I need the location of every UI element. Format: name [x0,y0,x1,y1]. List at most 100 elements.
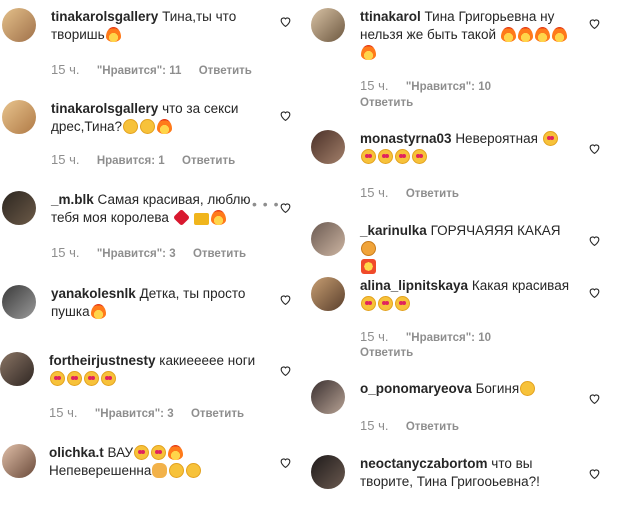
heart-eyes-icon [50,371,65,386]
heart-eyes-icon [67,371,82,386]
like-heart-icon[interactable] [279,201,292,214]
comment-body: ВАУ [107,445,134,460]
username[interactable]: neoctanyczabortom [360,456,488,471]
likes-count[interactable]: "Нравится": 10 [406,81,491,93]
heart-eyes-icon [378,296,393,311]
username[interactable]: tinakarolsgallery [51,9,158,24]
avatar[interactable] [0,352,34,386]
comment-meta: 15 ч. "Нравится": 3 Ответить [49,405,258,420]
comment-text: olichka.t ВАУ Непеверешенна [49,444,267,480]
like-heart-icon[interactable] [588,234,601,247]
comment-text: yanakolesnlk Детка, ты просто пушка [51,285,269,321]
timestamp: 15 ч. [360,418,389,433]
comment-text: alina_lipnitskaya Какая красивая [360,277,578,313]
heart-eyes-icon [412,149,427,164]
fire-icon [500,27,516,42]
like-heart-icon[interactable] [279,293,292,306]
like-heart-icon[interactable] [588,142,601,155]
reply-button[interactable]: Ответить [360,347,413,359]
fire-icon [517,27,533,42]
likes-count[interactable]: Нравится: 1 [97,155,165,167]
like-heart-icon[interactable] [588,17,601,30]
avatar[interactable] [311,222,345,256]
winking-icon [186,463,202,478]
username[interactable]: ttinakarol [360,9,421,24]
username[interactable]: olichka.t [49,445,104,460]
username[interactable]: tinakarolsgallery [51,101,158,116]
username[interactable]: alina_lipnitskaya [360,278,468,293]
avatar[interactable] [311,277,345,311]
comment-meta: 15 ч. "Нравится": 11 Ответить [51,62,266,77]
like-heart-icon[interactable] [588,286,601,299]
timestamp: 15 ч. [51,62,80,77]
reply-button[interactable]: Ответить [182,155,235,167]
comment-text: o_ponomaryeova Богиня [360,380,578,398]
username[interactable]: monastyrna03 [360,131,452,146]
avatar[interactable] [311,8,345,42]
comment-meta-reply: Ответить [360,345,427,359]
avatar[interactable] [2,444,36,478]
avatar[interactable] [2,8,36,42]
like-heart-icon[interactable] [279,364,292,377]
smiling-icon [169,463,185,478]
likes-count[interactable]: "Нравится": 10 [406,332,491,344]
comment-body: ГОРЯЧАЯЯЯ КАКАЯ [430,223,561,238]
reply-button[interactable]: Ответить [360,97,413,109]
heart-eyes-icon [151,445,167,460]
comment-text: ttinakarol Тина Григорьевна ну нельзя же… [360,8,578,62]
heart-eyes-icon [378,149,393,164]
like-heart-icon[interactable] [279,15,292,28]
likes-count[interactable]: "Нравится": 11 [97,65,182,77]
like-heart-icon[interactable] [279,109,292,122]
reply-button[interactable]: Ответить [191,408,244,420]
timestamp: 15 ч. [360,185,389,200]
fire-icon [361,45,376,60]
comment-text: neoctanyczabortom что вы творите, Тина Г… [360,455,578,491]
avatar[interactable] [311,130,345,164]
heart-eyes-icon [361,149,376,164]
comment-text: tinakarolsgallery что за секси дрес,Тина… [51,100,269,136]
like-heart-icon[interactable] [279,456,292,469]
fire-icon [534,27,550,42]
username[interactable]: o_ponomaryeova [360,381,472,396]
avatar[interactable] [311,380,345,414]
reply-button[interactable]: Ответить [406,188,459,200]
reply-button[interactable]: Ответить [406,421,459,433]
reply-button[interactable]: Ответить [193,248,246,260]
timestamp: 15 ч. [51,245,80,260]
like-heart-icon[interactable] [588,467,601,480]
heart-eyes-icon [542,131,558,146]
like-heart-icon[interactable] [588,392,601,405]
timestamp: 15 ч. [360,78,389,93]
avatar[interactable] [311,455,345,489]
avatar[interactable] [2,191,36,225]
comment-meta: 15 ч. "Нравится": 10 [360,78,505,93]
username[interactable]: _m.blk [51,192,94,207]
likes-count[interactable]: "Нравится": 3 [95,408,174,420]
heart-eyes-icon [101,371,116,386]
timestamp: 15 ч. [360,329,389,344]
cat-heart-eyes-icon [361,241,376,256]
reply-button[interactable]: Ответить [199,65,252,77]
crown-icon [194,213,210,225]
fire-icon [211,210,227,225]
heart-eyes-icon [395,296,410,311]
heart-eyes-icon [361,296,376,311]
avatar[interactable] [2,285,36,319]
more-options-icon[interactable]: • • • [252,196,279,212]
comment-meta: 15 ч. "Нравится": 10 [360,329,505,344]
username[interactable]: fortheirjustnesty [49,353,156,368]
likes-count[interactable]: "Нравится": 3 [97,248,176,260]
comment-body: Какая красивая [471,278,570,293]
comment-meta: 15 ч. "Нравится": 3 Ответить [51,245,260,260]
username[interactable]: yanakolesnlk [51,286,136,301]
fire-icon [90,304,106,319]
comment-body: какиеееее ноги [159,353,256,368]
avatar[interactable] [2,100,36,134]
comment-meta-reply: Ответить [360,95,427,109]
username[interactable]: _karinulka [360,223,427,238]
timestamp: 15 ч. [51,152,80,167]
winking-icon [520,381,536,396]
comment-text: monastyrna03 Невероятная [360,130,578,166]
smiling-icon [140,119,156,134]
